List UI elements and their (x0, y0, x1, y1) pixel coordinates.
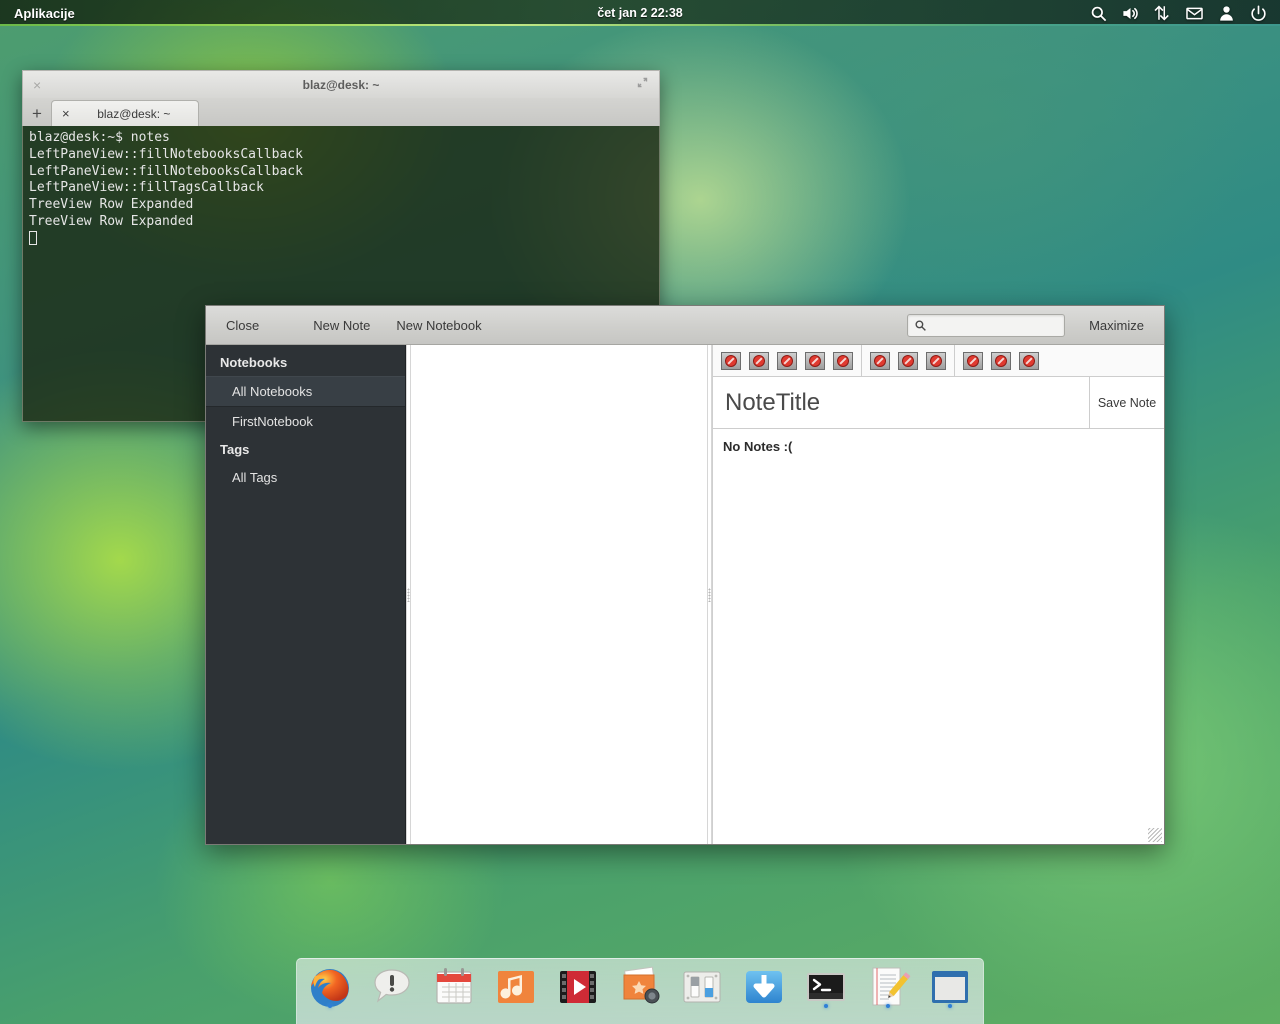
editor-toolbar-group (713, 345, 861, 376)
terminal-cursor (29, 230, 37, 245)
maximize-icon[interactable] (636, 76, 649, 94)
image-missing-icon[interactable] (749, 351, 769, 370)
video-icon (560, 971, 596, 1003)
note-content-area[interactable]: No Notes :( (713, 429, 1164, 844)
terminal-line: TreeView Row Expanded (29, 213, 194, 229)
note-title-row: Save Note (713, 377, 1164, 429)
panel-clock[interactable]: čet jan 2 22:38 (0, 6, 1280, 20)
sidebar-item-all-tags[interactable]: All Tags (206, 463, 405, 492)
running-indicator (886, 1004, 890, 1008)
volume-icon[interactable] (1121, 4, 1140, 23)
close-icon[interactable]: × (33, 78, 41, 92)
close-button[interactable]: Close (214, 313, 271, 338)
calendar-icon (436, 968, 472, 1004)
sidebar-header-notebooks: Notebooks (220, 355, 288, 370)
user-icon[interactable] (1217, 4, 1236, 23)
new-note-button[interactable]: New Note (301, 313, 382, 338)
image-missing-icon[interactable] (721, 351, 741, 370)
search-field[interactable] (932, 318, 1059, 332)
power-icon[interactable] (1249, 4, 1268, 23)
dock-item-notes-app[interactable] (926, 961, 974, 1011)
empty-notes-message: No Notes :( (723, 439, 793, 454)
new-tab-button[interactable]: + (23, 100, 51, 126)
dock-item-messaging[interactable] (368, 961, 416, 1011)
editor-toolbar (713, 345, 1164, 377)
resize-grip-icon[interactable] (1148, 828, 1162, 842)
terminal-line: blaz@desk:~$ notes (29, 130, 170, 145)
editor-toolbar-group (954, 345, 1047, 376)
dock-item-videos[interactable] (554, 961, 602, 1011)
dock-item-photos[interactable] (616, 961, 664, 1011)
top-panel: Aplikacije čet jan 2 22:38 (0, 0, 1280, 26)
running-indicator (948, 1004, 952, 1008)
search-input[interactable] (907, 313, 1066, 337)
search-icon[interactable] (1089, 4, 1108, 23)
running-indicator (328, 1004, 332, 1008)
image-missing-icon[interactable] (833, 351, 853, 370)
sidebar-item-firstnotebook[interactable]: FirstNotebook (206, 407, 405, 436)
image-missing-icon[interactable] (870, 351, 890, 370)
tab-label: blaz@desk: ~ (97, 106, 171, 121)
sidebar-item-all-notebooks[interactable]: All Notebooks (206, 376, 405, 407)
dock-item-music[interactable] (492, 961, 540, 1011)
mail-icon[interactable] (1185, 4, 1204, 23)
dock-item-text-editor[interactable] (864, 961, 912, 1011)
maximize-button[interactable]: Maximize (1077, 313, 1156, 338)
terminal-tab[interactable]: × blaz@desk: ~ (51, 100, 199, 126)
notes-main: Notebooks All Notebooks FirstNotebook Ta… (206, 345, 1164, 844)
photos-icon (623, 966, 660, 1004)
notes-toolbar: Close New Note New Notebook Maximize (206, 306, 1164, 345)
dock-item-downloads[interactable] (740, 961, 788, 1011)
notes-window[interactable]: Close New Note New Notebook Maximize Not… (205, 305, 1165, 845)
dock (296, 958, 984, 1024)
image-missing-icon[interactable] (991, 351, 1011, 370)
terminal-tabbar: + × blaz@desk: ~ (22, 98, 660, 126)
settings-icon (683, 971, 721, 1003)
running-indicator (824, 1004, 828, 1008)
new-notebook-button[interactable]: New Notebook (384, 313, 493, 338)
image-missing-icon[interactable] (898, 351, 918, 370)
note-editor-pane: Save Note No Notes :( (712, 345, 1164, 844)
dock-item-settings[interactable] (678, 961, 726, 1011)
search-icon (914, 319, 927, 332)
dock-item-firefox[interactable] (306, 961, 354, 1011)
terminal-titlebar[interactable]: × blaz@desk: ~ (22, 70, 660, 98)
terminal-line: LeftPaneView::fillNotebooksCallback (29, 146, 303, 162)
image-missing-icon[interactable] (1019, 351, 1039, 370)
terminal-title: blaz@desk: ~ (302, 77, 380, 92)
splitter-grip-icon (708, 587, 711, 602)
save-note-button[interactable]: Save Note (1089, 377, 1164, 428)
sidebar-header-tags: Tags (220, 442, 250, 457)
terminal-line: LeftPaneView::fillTagsCallback (29, 180, 264, 196)
note-list-pane[interactable] (411, 345, 707, 844)
sidebar: Notebooks All Notebooks FirstNotebook Ta… (206, 345, 406, 844)
note-title-input[interactable] (713, 377, 1089, 428)
terminal-line: LeftPaneView::fillNotebooksCallback (29, 163, 303, 179)
tab-close-icon[interactable]: × (62, 106, 70, 121)
image-missing-icon[interactable] (963, 351, 983, 370)
downloads-icon (746, 971, 782, 1003)
terminal-line: TreeView Row Expanded (29, 197, 194, 213)
messaging-icon (374, 969, 410, 1003)
editor-toolbar-group (861, 345, 954, 376)
network-icon[interactable] (1153, 4, 1172, 23)
splitter-grip-icon (407, 587, 410, 602)
dock-item-calendar[interactable] (430, 961, 478, 1011)
dock-item-terminal[interactable] (802, 961, 850, 1011)
image-missing-icon[interactable] (926, 351, 946, 370)
music-icon (498, 971, 534, 1003)
image-missing-icon[interactable] (777, 351, 797, 370)
image-missing-icon[interactable] (805, 351, 825, 370)
